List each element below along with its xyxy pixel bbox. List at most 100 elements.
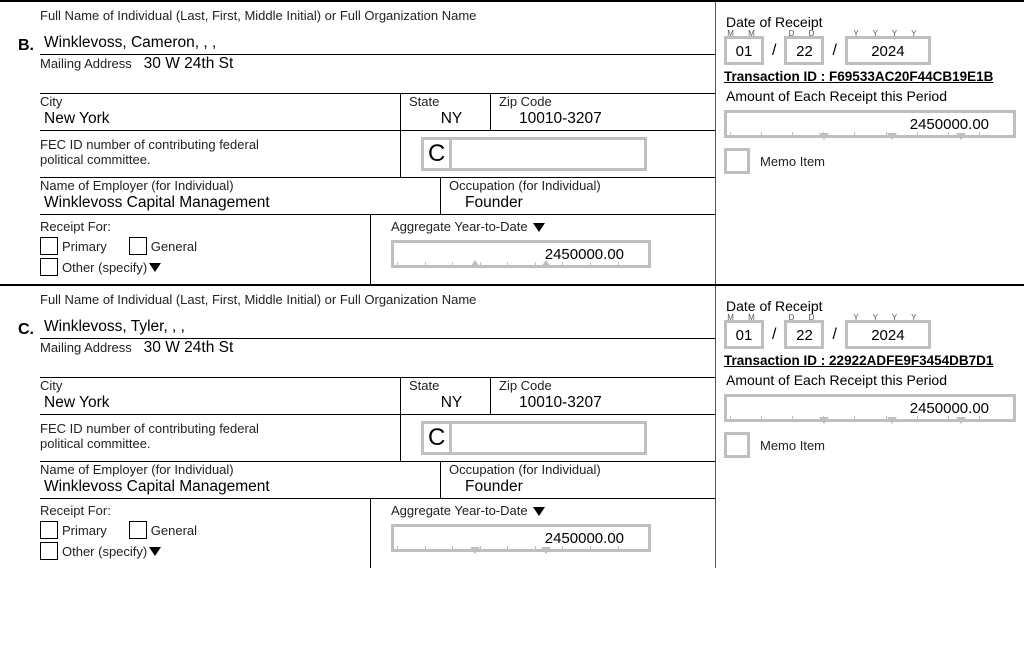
- checkbox-other[interactable]: [40, 258, 58, 276]
- value-date-yyyy: 2024: [854, 327, 922, 344]
- fec-id-c-prefix: C: [424, 140, 452, 168]
- value-full-name: Winklevoss, Tyler, , ,: [40, 317, 715, 339]
- other-dropdown-icon[interactable]: [149, 547, 161, 556]
- label-general: General: [151, 239, 197, 254]
- row-mailing-address: Mailing Address 30 W 24th St: [40, 339, 715, 378]
- date-mm-box: M M 01: [724, 320, 764, 349]
- label-full-name: Full Name of Individual (Last, First, Mi…: [40, 8, 715, 23]
- value-occupation: Founder: [449, 193, 715, 214]
- checkbox-other[interactable]: [40, 542, 58, 560]
- value-state: NY: [409, 393, 490, 414]
- label-date-of-receipt: Date of Receipt: [726, 14, 1016, 30]
- value-mailing-address: 30 W 24th St: [140, 338, 234, 358]
- date-mm-hint: M M: [727, 29, 761, 38]
- label-occupation: Occupation (for Individual): [449, 178, 715, 193]
- date-of-receipt-row: M M 01 / D D 22 / Y Y Y Y 2024: [724, 320, 1016, 349]
- aggregate-ytd-box: 2450000.00: [391, 524, 651, 552]
- value-aggregate-ytd: 2450000.00: [545, 530, 624, 547]
- label-full-name: Full Name of Individual (Last, First, Mi…: [40, 292, 715, 307]
- value-amount: 2450000.00: [910, 116, 989, 133]
- row-full-name: Full Name of Individual (Last, First, Mi…: [18, 8, 715, 55]
- label-general: General: [151, 523, 197, 538]
- amount-box: 2450000.00: [724, 110, 1016, 138]
- value-aggregate-ytd: 2450000.00: [545, 246, 624, 263]
- entry-c-right: Date of Receipt M M 01 / D D 22 / Y Y Y …: [715, 286, 1024, 568]
- other-dropdown-icon[interactable]: [149, 263, 161, 272]
- date-dd-box: D D 22: [784, 320, 824, 349]
- label-mailing-address: Mailing Address: [40, 340, 132, 355]
- fec-id-box: C: [421, 421, 647, 455]
- row-employer-occupation: Name of Employer (for Individual) Winkle…: [40, 462, 715, 499]
- row-receipt-aggregate: Receipt For: Primary General Other (spec…: [40, 499, 715, 568]
- label-mailing-address: Mailing Address: [40, 56, 132, 71]
- value-date-dd: 22: [793, 327, 815, 344]
- date-yyyy-box: Y Y Y Y 2024: [845, 36, 931, 65]
- aggregate-ytd-box: 2450000.00: [391, 240, 651, 268]
- fec-id-value: [452, 140, 644, 168]
- label-amount-each: Amount of Each Receipt this Period: [726, 372, 1016, 388]
- label-amount-each: Amount of Each Receipt this Period: [726, 88, 1016, 104]
- transaction-id: Transaction ID : F69533AC20F44CB19E1B: [724, 69, 1016, 84]
- label-other-specify: Other (specify): [62, 260, 147, 275]
- row-city-state-zip: City New York State NY Zip Code 10010-32…: [40, 378, 715, 415]
- checkbox-memo-item[interactable]: [724, 432, 750, 458]
- date-of-receipt-row: M M 01 / D D 22 / Y Y Y Y 2024: [724, 36, 1016, 65]
- value-mailing-address: 30 W 24th St: [140, 54, 234, 74]
- row-employer-occupation: Name of Employer (for Individual) Winkle…: [40, 178, 715, 215]
- fec-id-box: C: [421, 137, 647, 171]
- entry-c-left: Full Name of Individual (Last, First, Mi…: [0, 286, 715, 568]
- label-zip: Zip Code: [499, 94, 715, 109]
- date-yyyy-box: Y Y Y Y 2024: [845, 320, 931, 349]
- label-aggregate-ytd: Aggregate Year-to-Date: [391, 503, 705, 518]
- date-sep-1: /: [772, 326, 776, 344]
- value-zip: 10010-3207: [499, 109, 715, 130]
- entry-letter: B.: [18, 23, 40, 55]
- label-primary: Primary: [62, 523, 107, 538]
- value-city: New York: [40, 393, 400, 414]
- row-city-state-zip: City New York State NY Zip Code 10010-32…: [40, 94, 715, 131]
- label-receipt-for: Receipt For:: [40, 503, 370, 518]
- value-date-mm: 01: [733, 327, 755, 344]
- label-employer: Name of Employer (for Individual): [40, 462, 440, 477]
- row-mailing-address: Mailing Address 30 W 24th St: [40, 55, 715, 94]
- value-zip: 10010-3207: [499, 393, 715, 414]
- value-state: NY: [409, 109, 490, 130]
- checkbox-general[interactable]: [129, 237, 147, 255]
- entry-b: Full Name of Individual (Last, First, Mi…: [0, 0, 1024, 284]
- date-sep-2: /: [832, 326, 836, 344]
- value-full-name: Winklevoss, Cameron, , ,: [40, 33, 715, 55]
- row-full-name: Full Name of Individual (Last, First, Mi…: [18, 292, 715, 339]
- date-sep-1: /: [772, 42, 776, 60]
- row-fec-id: FEC ID number of contributing federal po…: [40, 131, 715, 178]
- transaction-id: Transaction ID : 22922ADFE9F3454DB7D1: [724, 353, 1016, 368]
- label-fec-id: FEC ID number of contributing federal po…: [40, 421, 300, 451]
- label-occupation: Occupation (for Individual): [449, 462, 715, 477]
- checkbox-primary[interactable]: [40, 237, 58, 255]
- label-aggregate-ytd: Aggregate Year-to-Date: [391, 219, 705, 234]
- entry-letter: C.: [18, 307, 40, 339]
- label-date-of-receipt: Date of Receipt: [726, 298, 1016, 314]
- aggregate-dropdown-icon[interactable]: [533, 507, 545, 516]
- value-date-dd: 22: [793, 43, 815, 60]
- date-dd-hint: D D: [787, 313, 821, 322]
- value-employer: Winklevoss Capital Management: [40, 477, 440, 498]
- checkbox-general[interactable]: [129, 521, 147, 539]
- amount-box: 2450000.00: [724, 394, 1016, 422]
- label-employer: Name of Employer (for Individual): [40, 178, 440, 193]
- date-dd-hint: D D: [787, 29, 821, 38]
- value-date-yyyy: 2024: [854, 43, 922, 60]
- date-dd-box: D D 22: [784, 36, 824, 65]
- row-receipt-aggregate: Receipt For: Primary General Other (spec…: [40, 215, 715, 284]
- entry-b-right: Date of Receipt M M 01 / D D 22 / Y Y Y …: [715, 2, 1024, 284]
- aggregate-dropdown-icon[interactable]: [533, 223, 545, 232]
- checkbox-memo-item[interactable]: [724, 148, 750, 174]
- value-date-mm: 01: [733, 43, 755, 60]
- entry-b-left: Full Name of Individual (Last, First, Mi…: [0, 2, 715, 284]
- date-yyyy-hint: Y Y Y Y: [848, 29, 928, 38]
- label-fec-id: FEC ID number of contributing federal po…: [40, 137, 300, 167]
- date-yyyy-hint: Y Y Y Y: [848, 313, 928, 322]
- value-employer: Winklevoss Capital Management: [40, 193, 440, 214]
- label-primary: Primary: [62, 239, 107, 254]
- value-transaction-id: 22922ADFE9F3454DB7D1: [829, 353, 993, 368]
- checkbox-primary[interactable]: [40, 521, 58, 539]
